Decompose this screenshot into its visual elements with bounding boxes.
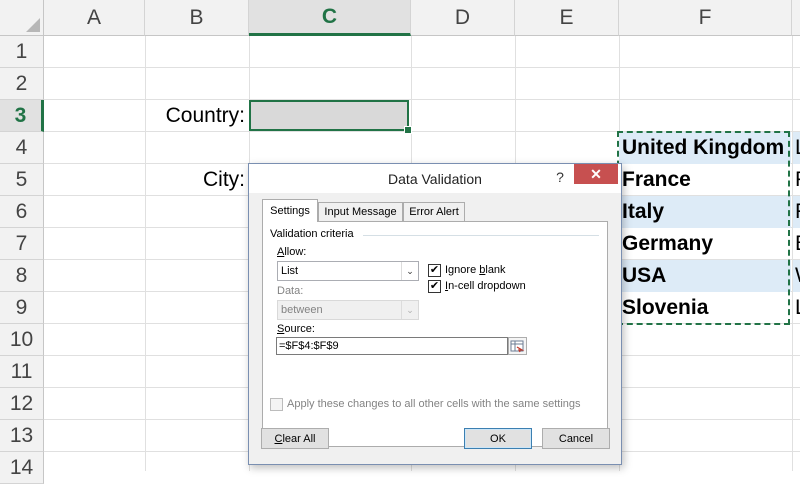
ignore-blank-label[interactable]: Ignore blank xyxy=(445,264,506,276)
column-header-f[interactable]: F xyxy=(619,0,792,36)
city-label: City: xyxy=(203,168,245,191)
column-header-g[interactable] xyxy=(792,0,800,36)
country-cell[interactable]: USA xyxy=(619,260,791,292)
cell-g-clipped[interactable]: P xyxy=(793,164,800,196)
range-select-icon xyxy=(510,340,525,353)
close-icon: ✕ xyxy=(590,166,602,182)
active-cell-c3[interactable] xyxy=(249,100,412,134)
column-header-a[interactable]: A xyxy=(44,0,145,36)
data-validation-dialog: Data Validation ? ✕ Settings Input Messa… xyxy=(248,163,622,465)
ignore-blank-checkbox[interactable]: ✔ xyxy=(428,264,441,277)
cell-g-clipped[interactable]: L xyxy=(793,292,800,324)
row-header-1[interactable]: 1 xyxy=(0,36,44,68)
country-cell[interactable]: France xyxy=(619,164,791,196)
close-button[interactable]: ✕ xyxy=(574,164,618,184)
apply-all-checkbox xyxy=(270,398,283,411)
column-header-c[interactable]: C xyxy=(249,0,411,36)
row-header-5[interactable]: 5 xyxy=(0,164,44,196)
ok-button[interactable]: OK xyxy=(464,428,532,449)
range-selector-button[interactable] xyxy=(508,337,527,355)
country-cell[interactable]: Slovenia xyxy=(619,292,791,324)
tab-settings[interactable]: Settings xyxy=(262,199,318,222)
data-select: between ⌄ xyxy=(277,300,419,320)
data-label: Data: xyxy=(277,285,304,297)
gridline xyxy=(44,67,800,68)
help-button[interactable]: ? xyxy=(549,166,571,188)
data-value: between xyxy=(281,304,323,316)
tab-error-alert[interactable]: Error Alert xyxy=(403,202,465,221)
country-label: Country: xyxy=(165,104,245,127)
group-divider xyxy=(363,235,599,236)
column-header-d[interactable]: D xyxy=(411,0,515,36)
row-header-4[interactable]: 4 xyxy=(0,132,44,164)
in-cell-dropdown-label[interactable]: In-cell dropdown xyxy=(445,280,526,292)
column-header-e[interactable]: E xyxy=(515,0,619,36)
cell-g-clipped[interactable]: R xyxy=(793,196,800,228)
select-all-icon xyxy=(26,18,40,32)
source-input[interactable]: =$F$4:$F$9 xyxy=(276,337,508,355)
row-header-2[interactable]: 2 xyxy=(0,68,44,100)
row-header-6[interactable]: 6 xyxy=(0,196,44,228)
clear-all-button[interactable]: Clear All xyxy=(261,428,329,449)
settings-panel: Validation criteria Allow: List ⌄ ✔ Igno… xyxy=(262,221,608,447)
row-header-8[interactable]: 8 xyxy=(0,260,44,292)
dialog-titlebar[interactable]: Data Validation ? ✕ xyxy=(249,164,621,193)
gridline xyxy=(145,36,146,471)
column-header-b[interactable]: B xyxy=(145,0,249,36)
row-header-12[interactable]: 12 xyxy=(0,388,44,420)
country-cell[interactable]: Germany xyxy=(619,228,791,260)
row-header-13[interactable]: 13 xyxy=(0,420,44,452)
row-header-11[interactable]: 11 xyxy=(0,356,44,388)
country-cell[interactable]: Italy xyxy=(619,196,791,228)
row-header-7[interactable]: 7 xyxy=(0,228,44,260)
cancel-button[interactable]: Cancel xyxy=(542,428,610,449)
cell-g-clipped[interactable]: B xyxy=(793,228,800,260)
select-all-corner[interactable] xyxy=(0,0,44,36)
chevron-down-icon[interactable]: ⌄ xyxy=(401,262,418,280)
dialog-body: Settings Input Message Error Alert Valid… xyxy=(254,193,616,459)
row-header-3[interactable]: 3 xyxy=(0,100,44,132)
allow-value: List xyxy=(281,265,299,277)
allow-label: Allow: xyxy=(277,246,307,258)
row-header-10[interactable]: 10 xyxy=(0,324,44,356)
fill-handle[interactable] xyxy=(404,126,412,134)
allow-select[interactable]: List ⌄ xyxy=(277,261,419,281)
cell-g-clipped[interactable]: L xyxy=(793,132,800,164)
tab-input-message[interactable]: Input Message xyxy=(318,202,403,221)
apply-all-label: Apply these changes to all other cells w… xyxy=(287,398,581,410)
country-cell[interactable]: United Kingdom xyxy=(619,132,791,164)
gridline xyxy=(44,99,800,100)
cell-g-clipped[interactable]: W xyxy=(793,260,800,292)
row-header-9[interactable]: 9 xyxy=(0,292,44,324)
in-cell-dropdown-checkbox[interactable]: ✔ xyxy=(428,280,441,293)
chevron-down-icon: ⌄ xyxy=(401,301,418,319)
validation-criteria-label: Validation criteria xyxy=(270,228,358,240)
row-header-14[interactable]: 14 xyxy=(0,452,44,484)
source-label: Source: xyxy=(277,323,315,335)
